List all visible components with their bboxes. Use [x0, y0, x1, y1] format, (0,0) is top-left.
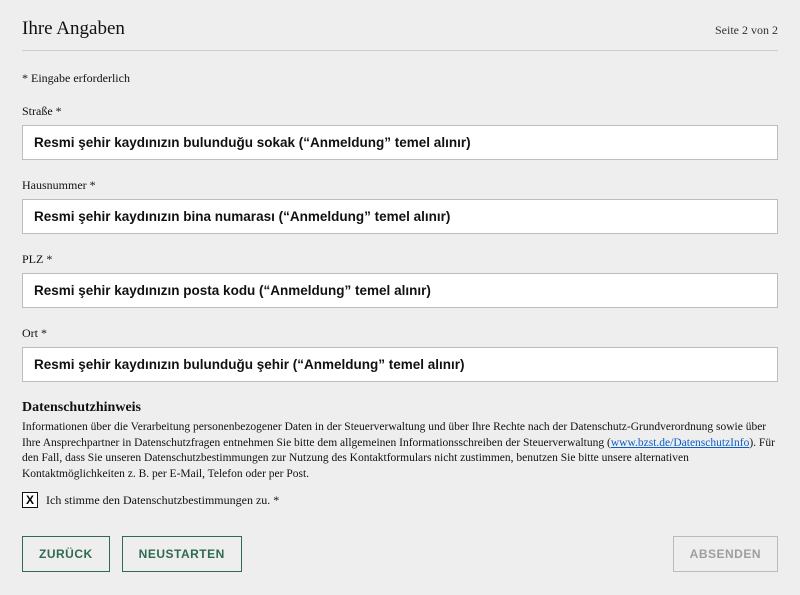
- ort-input[interactable]: [22, 347, 778, 382]
- restart-button[interactable]: NEUSTARTEN: [122, 536, 242, 572]
- back-button[interactable]: ZURÜCK: [22, 536, 110, 572]
- ort-label: Ort *: [22, 326, 778, 341]
- plz-label: PLZ *: [22, 252, 778, 267]
- privacy-heading: Datenschutzhinweis: [22, 400, 778, 416]
- housenumber-label: Hausnummer *: [22, 178, 778, 193]
- button-group-left: ZURÜCK NEUSTARTEN: [22, 536, 242, 572]
- privacy-checkbox-label: Ich stimme den Datenschutzbestimmungen z…: [46, 493, 279, 508]
- field-housenumber: Hausnummer *: [22, 178, 778, 234]
- privacy-text: Informationen über die Verarbeitung pers…: [22, 420, 778, 482]
- street-label: Straße *: [22, 104, 778, 119]
- form-page: Ihre Angaben Seite 2 von 2 * Eingabe erf…: [0, 0, 800, 595]
- required-note: * Eingabe erforderlich: [22, 71, 778, 86]
- privacy-checkbox[interactable]: X: [22, 492, 38, 508]
- submit-button[interactable]: ABSENDEN: [673, 536, 778, 572]
- privacy-checkbox-row: X Ich stimme den Datenschutzbestimmungen…: [22, 492, 778, 508]
- privacy-link[interactable]: www.bzst.de/DatenschutzInfo: [611, 437, 750, 449]
- page-title: Ihre Angaben: [22, 18, 125, 40]
- field-plz: PLZ *: [22, 252, 778, 308]
- field-ort: Ort *: [22, 326, 778, 382]
- housenumber-input[interactable]: [22, 199, 778, 234]
- plz-input[interactable]: [22, 273, 778, 308]
- page-indicator: Seite 2 von 2: [715, 23, 778, 38]
- field-street: Straße *: [22, 104, 778, 160]
- street-input[interactable]: [22, 125, 778, 160]
- button-row: ZURÜCK NEUSTARTEN ABSENDEN: [22, 536, 778, 572]
- form-header: Ihre Angaben Seite 2 von 2: [22, 18, 778, 51]
